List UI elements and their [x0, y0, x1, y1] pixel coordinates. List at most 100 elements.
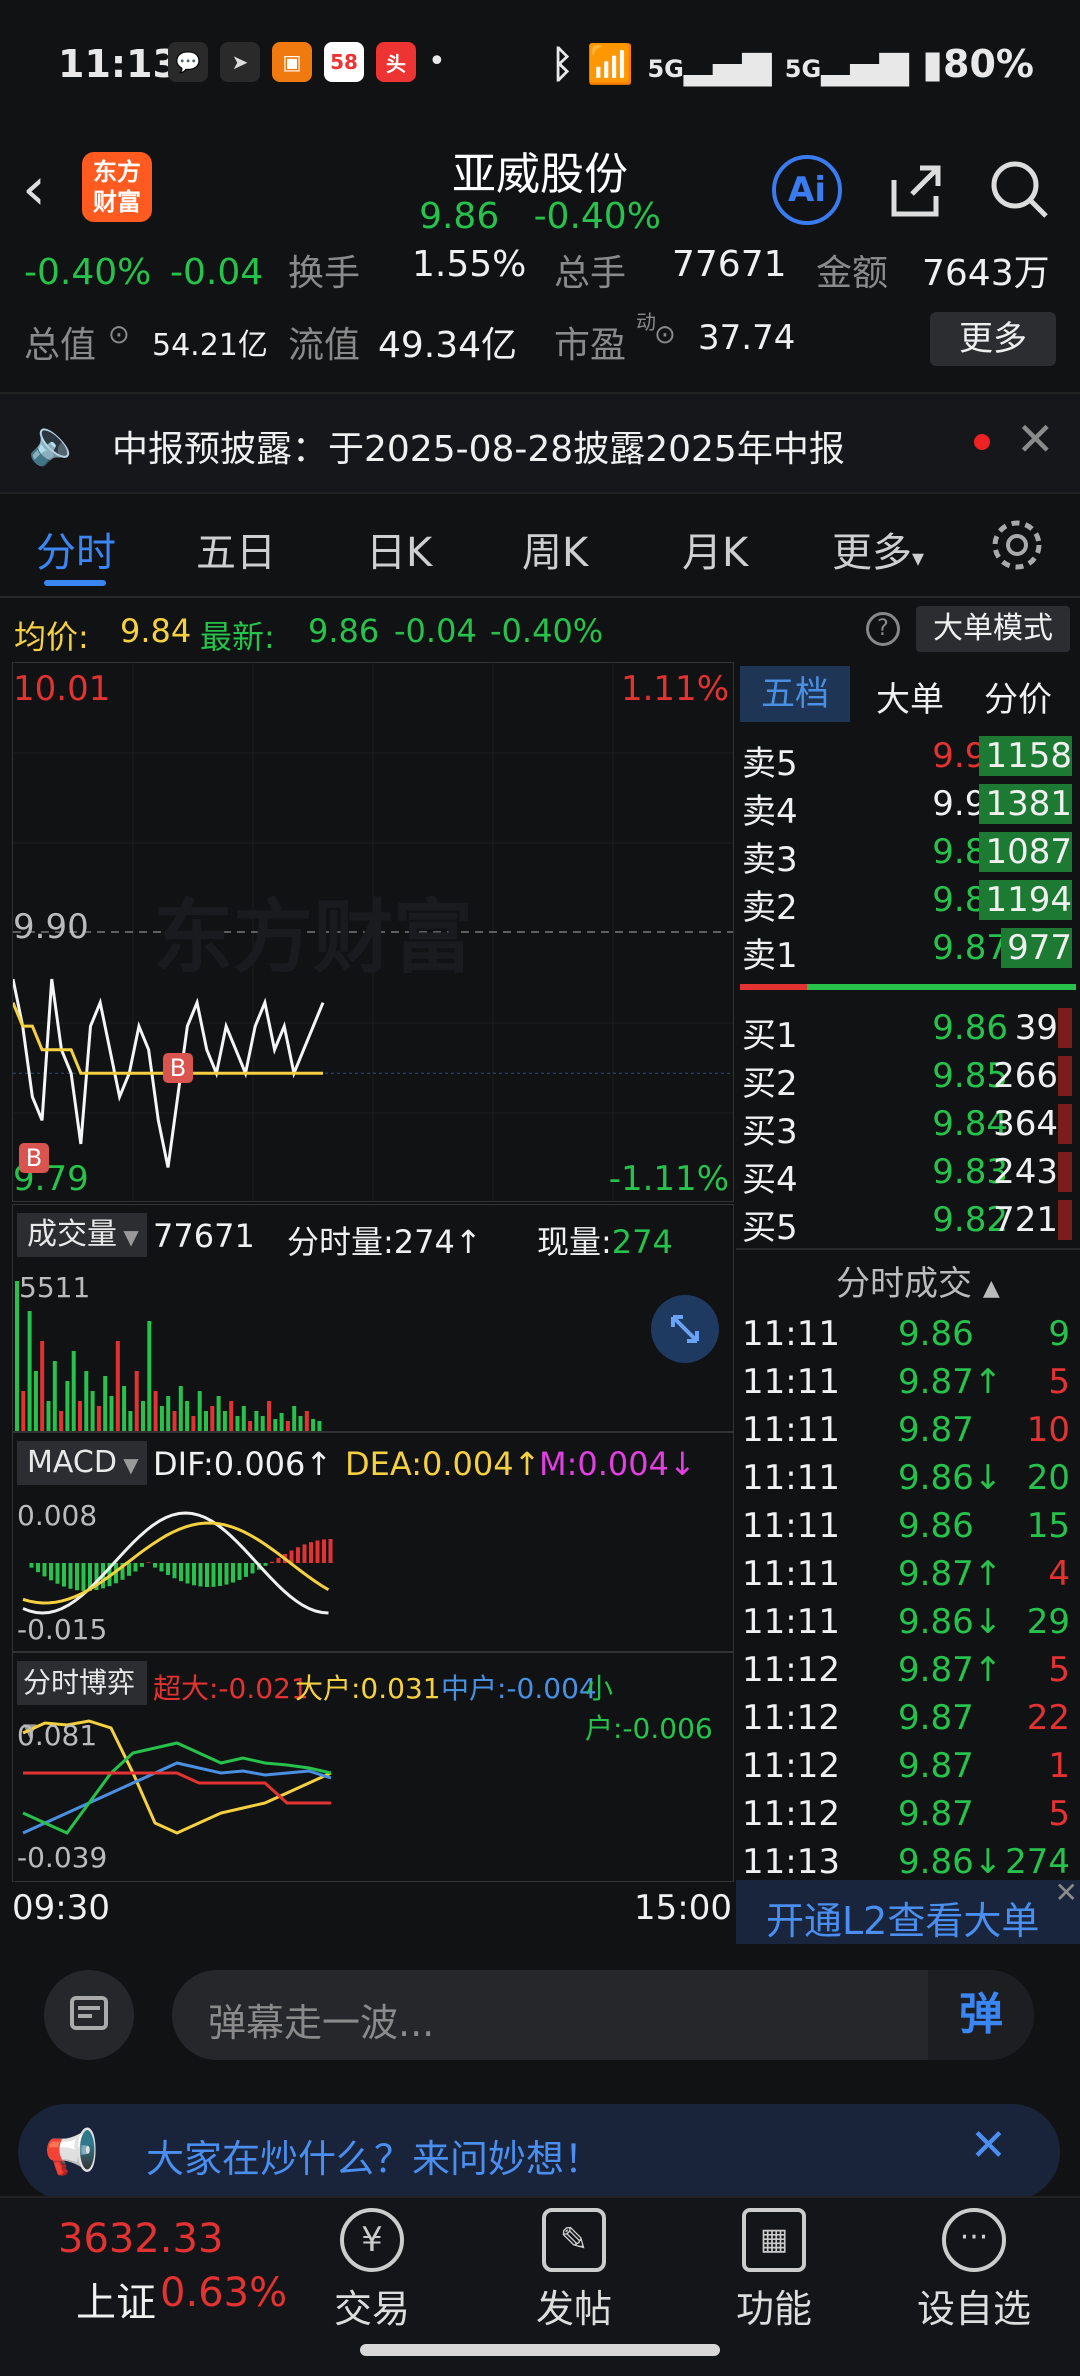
tick-row: 11:12 9.87 1: [736, 1746, 1076, 1794]
flow-line-2: [22, 1741, 332, 1835]
nav-trade[interactable]: ¥ 交易: [292, 2208, 452, 2333]
tick-row: 11:11 9.86↓ 20: [736, 1458, 1076, 1506]
volume-bar: [128, 1411, 133, 1431]
volume-chart: [15, 1281, 322, 1431]
big-order-mode-button[interactable]: 大单模式: [916, 606, 1070, 652]
nav-functions[interactable]: ▦ 功能: [694, 2208, 854, 2333]
bid-row[interactable]: 买2 9.85 266: [736, 1056, 1076, 1104]
index-pct[interactable]: 0.63%: [160, 2270, 287, 2316]
ask-volume: 977: [1001, 928, 1072, 968]
danmu-input[interactable]: 弹幕走一波... 弹: [172, 1970, 1034, 2060]
tick-row: 11:12 9.87 22: [736, 1698, 1076, 1746]
fund-flow-select[interactable]: 分时博弈▼: [17, 1661, 147, 1741]
volume-bar: [103, 1376, 108, 1431]
macd-dif: DIF:0.006↑: [153, 1445, 333, 1483]
ask-banner[interactable]: 📢 大家在炒什么？来问妙想！ ✕: [18, 2104, 1060, 2200]
tab-5day[interactable]: 五日: [196, 520, 276, 578]
search-icon[interactable]: [988, 158, 1052, 222]
volume-bar: [216, 1396, 221, 1431]
share-icon[interactable]: [886, 160, 946, 220]
volume-bar: [254, 1411, 259, 1431]
tab-more[interactable]: 更多▾: [832, 520, 924, 578]
pe-info-icon[interactable]: ⊙: [654, 320, 676, 350]
macd-chart: [22, 1511, 333, 1615]
macd-bar: [315, 1540, 320, 1563]
network-label: 5G: [647, 55, 684, 83]
tick-row: 11:11 9.86↓ 29: [736, 1602, 1076, 1650]
ask-row[interactable]: 卖2 9.88 1194: [736, 880, 1076, 928]
danmu-send-button[interactable]: 弹: [928, 1970, 1034, 2060]
volume-bar: [84, 1371, 89, 1431]
ask-row[interactable]: 卖4 9.90 1381: [736, 784, 1076, 832]
volume-bar: [285, 1421, 290, 1431]
index-value[interactable]: 3632.33: [58, 2216, 223, 2262]
ai-button[interactable]: Ai: [772, 155, 842, 225]
caret-down-icon: ▾: [912, 544, 925, 572]
more-button[interactable]: 更多: [930, 312, 1056, 366]
tab-weekly[interactable]: 周K: [522, 520, 588, 578]
tick-price: 9.87: [898, 1698, 974, 1738]
stock-header: ‹ 东方 财富 亚威股份 9.86 -0.40% Ai: [0, 130, 1080, 250]
volume-total: 77671: [153, 1217, 255, 1255]
macd-bar: [302, 1544, 307, 1563]
help-icon[interactable]: ?: [866, 612, 900, 646]
gear-icon[interactable]: [988, 516, 1046, 574]
order-book: 五档 大单 分价 卖5 9.91 1158 卖4 9.90 1381 卖3 9.89…: [736, 662, 1080, 1944]
tab-intraday[interactable]: 分时: [36, 520, 116, 578]
now-vol-value: 274: [611, 1223, 673, 1261]
macd-bar: [166, 1563, 170, 1576]
price-chart-panel: 10.01 9.90 9.79 1.11% -1.11% 东方财富 B B: [11, 662, 734, 1202]
macd-bar: [276, 1557, 281, 1563]
buy-marker-2[interactable]: B: [19, 1143, 49, 1173]
ask-row[interactable]: 卖3 9.89 1087: [736, 832, 1076, 880]
bid-label: 买4: [742, 1160, 798, 1200]
bid-row[interactable]: 买5 9.82 721: [736, 1200, 1076, 1248]
notice-bar[interactable]: 🔈 中报预披露：于2025-08-28披露2025年中报 ✕: [0, 392, 1080, 494]
tick-time: 11:13: [742, 1842, 840, 1882]
tick-volume: 15: [1026, 1506, 1070, 1546]
macd-bar: [146, 1562, 151, 1563]
ticks-title[interactable]: 分时成交 ▲: [836, 1256, 1000, 1305]
bid-volume: 266: [987, 1056, 1072, 1096]
tab-monthly[interactable]: 月K: [682, 520, 748, 578]
bid-row[interactable]: 买4 9.83 243: [736, 1152, 1076, 1200]
ask-row[interactable]: 卖1 9.87 977: [736, 928, 1076, 976]
chart-tabs: 分时 五日 日K 周K 月K 更多▾: [0, 494, 1080, 598]
volume-bar: [147, 1321, 152, 1431]
pe-value: 37.74: [698, 318, 796, 358]
bid-label: 买2: [742, 1064, 798, 1104]
volume-bar: [304, 1411, 309, 1431]
ask-close-icon[interactable]: ✕: [970, 2120, 1007, 2171]
info-icon[interactable]: ⊙: [108, 320, 130, 350]
expand-icon[interactable]: [651, 1295, 719, 1363]
volume-bar: [172, 1411, 177, 1431]
macd-bar: [322, 1539, 326, 1563]
bid-row[interactable]: 买3 9.84 364: [736, 1104, 1076, 1152]
volume-bar: [311, 1419, 316, 1431]
buy-marker[interactable]: B: [163, 1053, 193, 1083]
close-icon[interactable]: ✕: [1016, 412, 1055, 466]
macd-bar: [29, 1563, 34, 1568]
volume-bar: [317, 1421, 322, 1431]
macd-panel: MACD ▼ DIF:0.006↑ DEA:0.004↑ M:0.004↓ 0.…: [12, 1432, 734, 1652]
status-time: 11:13: [58, 42, 179, 86]
tab-big-order[interactable]: 大单: [876, 672, 944, 721]
tab-daily[interactable]: 日K: [366, 520, 432, 578]
nav-watchlist[interactable]: ··· 设自选: [894, 2208, 1054, 2333]
macd-indicator-select[interactable]: MACD ▼: [17, 1441, 147, 1485]
macd-bar: [250, 1563, 255, 1574]
bid-row[interactable]: 买1 9.86 39: [736, 1008, 1076, 1056]
index-name[interactable]: 上证: [76, 2270, 156, 2328]
danmu-settings-icon[interactable]: [44, 1970, 134, 2060]
volume-bar: [141, 1401, 145, 1431]
quote-change: -0.04: [170, 252, 264, 293]
ask-row[interactable]: 卖5 9.91 1158: [736, 736, 1076, 784]
tab-price-dist[interactable]: 分价: [984, 672, 1052, 721]
tick-price: 9.87↑: [898, 1650, 1003, 1690]
nav-post[interactable]: ✎ 发帖: [494, 2208, 654, 2333]
tab-five-level[interactable]: 五档: [740, 666, 850, 722]
l2-close-icon[interactable]: ✕: [1055, 1876, 1078, 1909]
l2-banner[interactable]: 开通L2查看大单 ✕: [736, 1876, 1080, 1944]
macd-bar: [185, 1563, 190, 1584]
volume-indicator-select[interactable]: 成交量 ▼: [17, 1213, 147, 1257]
